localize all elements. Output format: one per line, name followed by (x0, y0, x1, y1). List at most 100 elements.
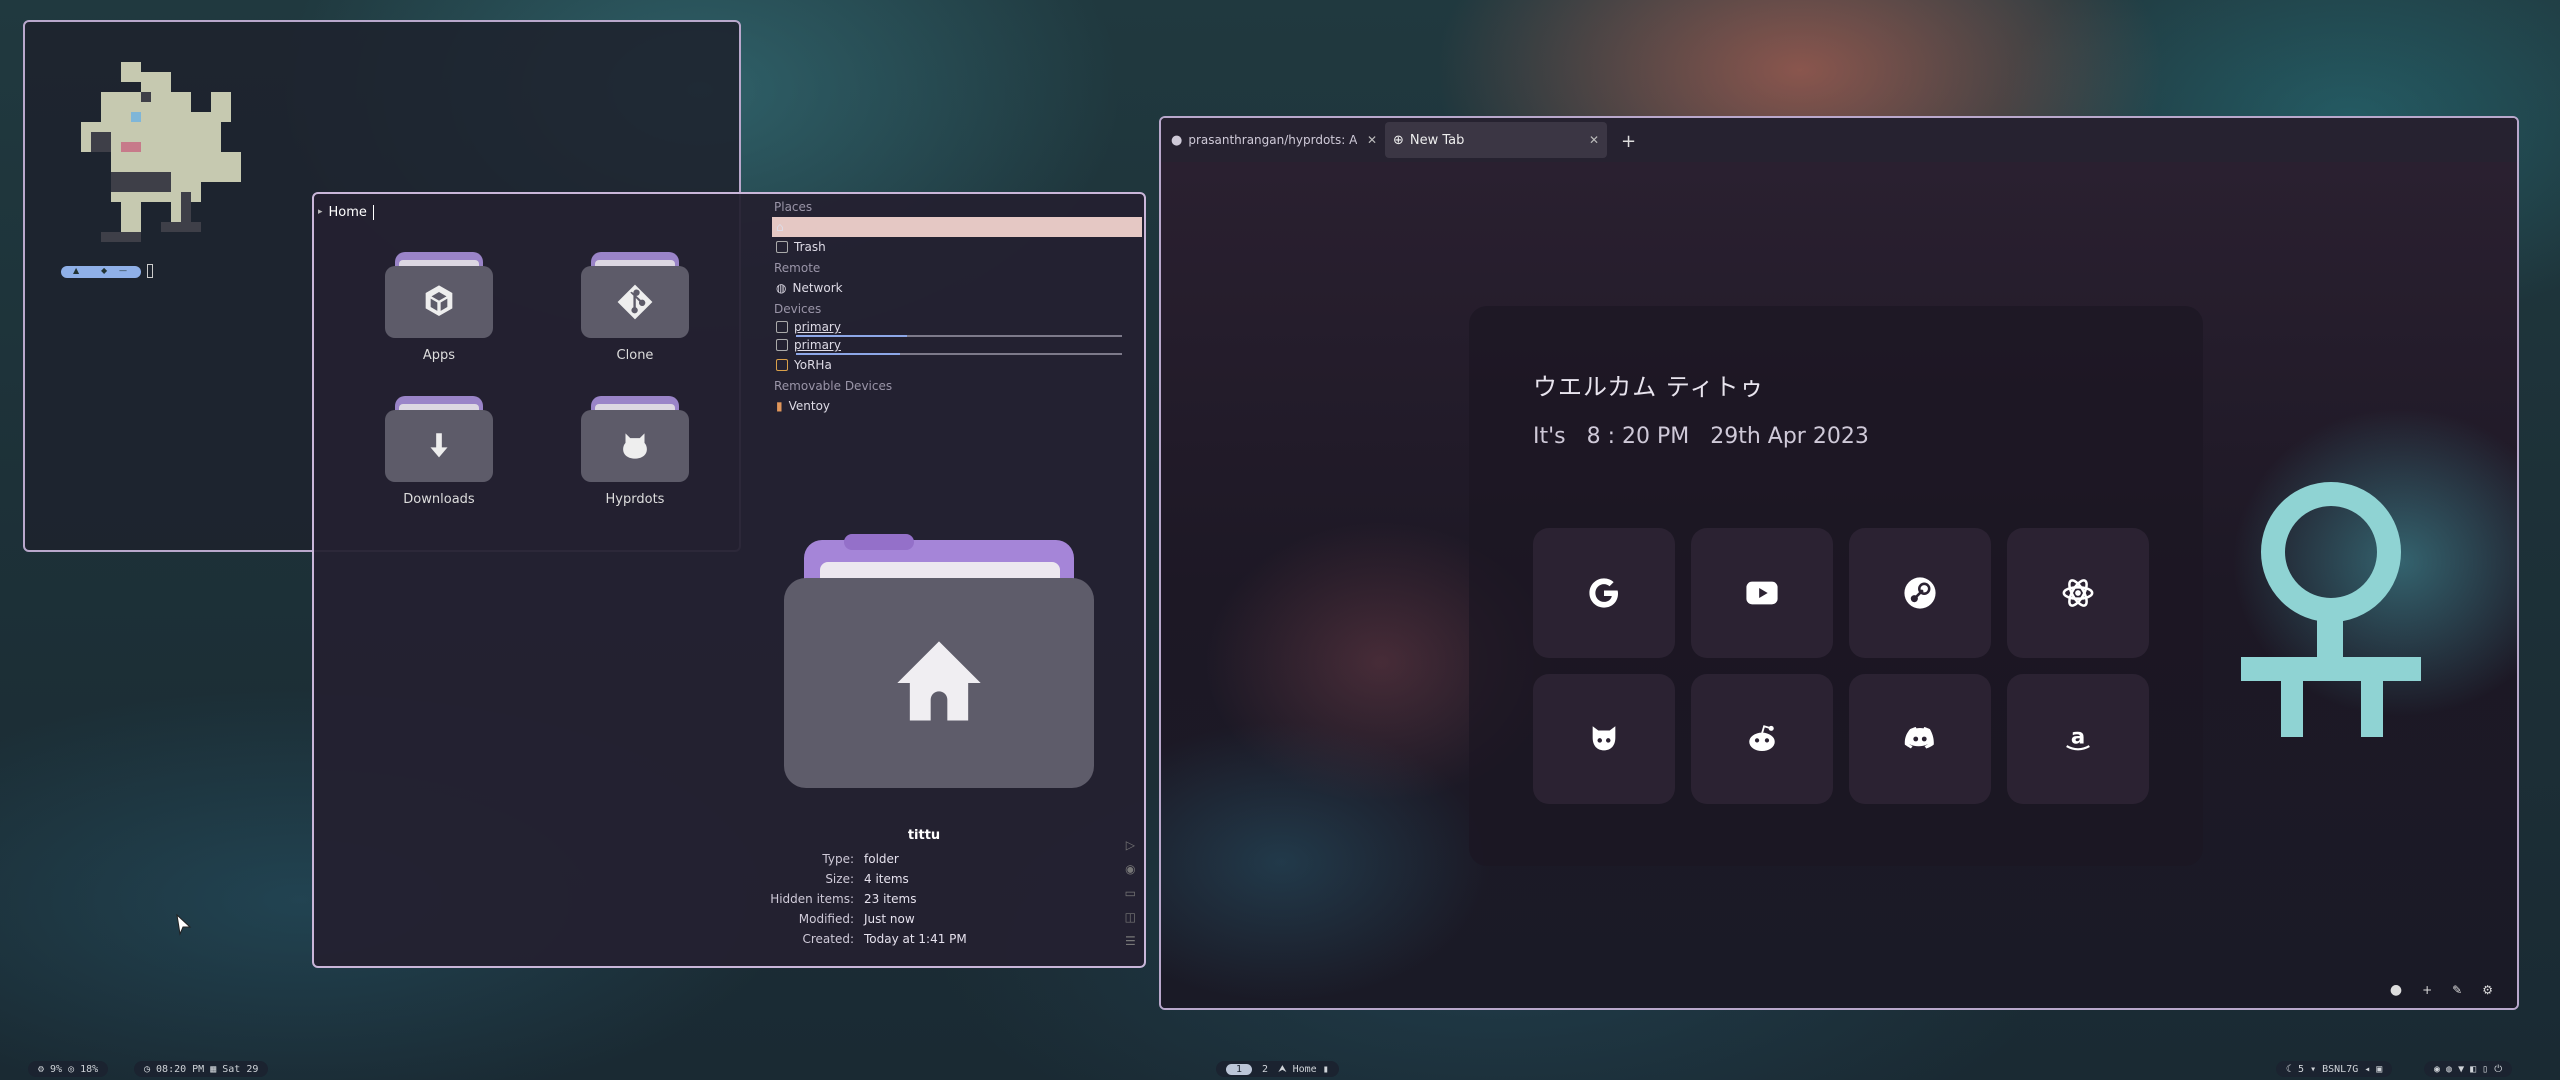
background-sign-image (2241, 482, 2421, 737)
place-trash[interactable]: Trash (772, 237, 1142, 257)
path-bar[interactable]: ▸ Home (318, 200, 374, 224)
workspace-2[interactable]: 2 (1262, 1064, 1268, 1075)
github-icon: ● (1171, 132, 1183, 148)
folder-label: Downloads (403, 492, 475, 507)
edit-icon[interactable]: ✎ (2452, 983, 2462, 997)
tab-title: New Tab (1409, 132, 1465, 148)
split-icon[interactable]: ◫ (1125, 910, 1136, 924)
list-icon[interactable]: ☰ (1125, 934, 1136, 948)
close-icon[interactable]: ✕ (1367, 133, 1377, 147)
page-controls: ● + ✎ ⚙ (2390, 982, 2493, 998)
window-title: ⮝ Home ▮ (1278, 1063, 1329, 1075)
shortcut-discord[interactable] (1849, 674, 1991, 804)
removable-header: Removable Devices (774, 379, 893, 393)
info-row: Created: Today at 1:41 PM (614, 929, 1134, 949)
folder-hyprdots[interactable]: Hyprdots (570, 396, 700, 507)
file-manager-window[interactable]: ▸ Home Apps Clone Downloads Hyprdots Pla… (312, 192, 1146, 968)
github-icon (1592, 726, 1616, 751)
new-tab-button[interactable]: + (1621, 131, 1636, 152)
clock-widget[interactable]: ◷ 08:20 PM ▦ Sat 29 (134, 1061, 269, 1077)
tab-title: prasanthrangan/hyprdots: A (1188, 133, 1358, 147)
open-icon[interactable]: ▷ (1126, 838, 1135, 852)
shortcut-steam[interactable] (1849, 528, 1991, 658)
shortcut-react[interactable] (2007, 528, 2149, 658)
settings-gear-icon[interactable]: ⚙ (2482, 983, 2493, 997)
cpu-ram-text: ⚙ 9% ◎ 18% (38, 1063, 99, 1075)
device-yorha[interactable]: YoRHa (772, 355, 1142, 375)
info-key: Type: (822, 852, 854, 866)
date-time: It's 8 : 20 PM 29th Apr 2023 (1533, 424, 1869, 449)
workspace-indicator: ▲ ◆ — (61, 266, 141, 278)
github-icon (623, 433, 647, 459)
info-row: Size: 4 items (614, 869, 1134, 889)
info-value: Just now (864, 912, 915, 926)
browser-window[interactable]: ● prasanthrangan/hyprdots: A ✕ ⊕ New Tab… (1159, 116, 2519, 1010)
shortcut-github[interactable] (1533, 674, 1675, 804)
google-icon (1589, 578, 1619, 608)
system-stats[interactable]: ⚙ 9% ◎ 18% (28, 1061, 109, 1077)
places-sidebar: Places ⌂ Home Trash Remote ◍ Network Devic… (772, 196, 1142, 416)
folder-label: Hyprdots (605, 492, 665, 507)
shortcut-amazon[interactable]: a (2007, 674, 2149, 804)
info-key: Hidden items: (770, 892, 854, 906)
network-icon: ◍ (776, 281, 787, 295)
unity-icon (425, 285, 453, 316)
close-icon[interactable]: ✕ (1589, 133, 1599, 147)
info-row: Modified: Just now (614, 909, 1134, 929)
git-icon (617, 284, 653, 320)
home-icon: ⌂ (776, 220, 784, 234)
device-primary-2[interactable]: primary (772, 337, 1142, 353)
info-value: 4 items (864, 872, 909, 886)
drive-icon (776, 339, 788, 351)
home-icon (897, 641, 981, 721)
folder-apps[interactable]: Apps (374, 252, 504, 363)
youtube-icon (1746, 581, 1778, 605)
system-tray[interactable]: ◉ ◍ ▼ ◧ ▯ ⏻ (2424, 1061, 2513, 1077)
tab-github[interactable]: ● prasanthrangan/hyprdots: A ✕ (1163, 122, 1385, 158)
workspace-1[interactable]: 1 (1226, 1063, 1253, 1075)
preview-folder-icon (784, 534, 1094, 790)
shortcut-youtube[interactable] (1691, 528, 1833, 658)
usage-bar (796, 335, 1122, 337)
add-icon[interactable]: + (2422, 983, 2432, 997)
tab-new-tab[interactable]: ⊕ New Tab ✕ (1385, 122, 1607, 158)
network-text: ☾ 5 ▾ BSNL7G ◂ ▣ (2286, 1063, 2383, 1075)
reddit-icon (1749, 725, 1775, 752)
device-primary-1[interactable]: primary (772, 319, 1142, 335)
folder-icon[interactable]: ▭ (1125, 886, 1136, 900)
device-label: primary (794, 320, 841, 334)
svg-text:a: a (2071, 724, 2085, 749)
info-key: Created: (802, 932, 854, 946)
device-label: primary (794, 338, 841, 352)
remote-header: Remote (774, 261, 821, 275)
taskbar: ⚙ 9% ◎ 18% ◷ 08:20 PM ▦ Sat 29 1 2 ⮝ Hom… (0, 1058, 2560, 1080)
place-label: Trash (794, 240, 826, 254)
folder-clone[interactable]: Clone (570, 252, 700, 363)
clock-text: ◷ 08:20 PM ▦ Sat 29 (144, 1063, 259, 1075)
text-caret (372, 204, 374, 220)
drive-icon (776, 359, 788, 371)
info-row: Type: folder (614, 849, 1134, 869)
preview-toolbar: ▷ ◉ ▭ ◫ ☰ (1125, 838, 1136, 948)
devices-header: Devices (774, 302, 822, 316)
welcome-greeting: ウエルカム ティトゥ (1533, 373, 1765, 401)
path-home[interactable]: Home (329, 205, 367, 220)
discord-icon (1904, 726, 1934, 749)
network-status[interactable]: ☾ 5 ▾ BSNL7G ◂ ▣ (2276, 1061, 2393, 1077)
place-network[interactable]: ◍ Network (772, 278, 1142, 298)
place-home[interactable]: ⌂ Home (772, 217, 1142, 237)
shortcut-reddit[interactable] (1691, 674, 1833, 804)
device-ventoy[interactable]: ▮ Ventoy (772, 396, 1142, 416)
amazon-icon: a (2066, 724, 2090, 751)
folder-downloads[interactable]: Downloads (374, 396, 504, 507)
info-value: Today at 1:41 PM (864, 932, 967, 946)
theme-dot-icon[interactable]: ● (2390, 982, 2402, 998)
expand-icon[interactable]: ▸ (318, 207, 323, 217)
usb-icon: ▮ (776, 399, 783, 413)
eye-icon[interactable]: ◉ (1125, 862, 1135, 876)
places-header: Places (774, 200, 813, 214)
info-row: Hidden items: 23 items (614, 889, 1134, 909)
shortcut-grid: a (1533, 528, 2149, 804)
shortcut-google[interactable] (1533, 528, 1675, 658)
download-arrow-icon (430, 433, 448, 458)
